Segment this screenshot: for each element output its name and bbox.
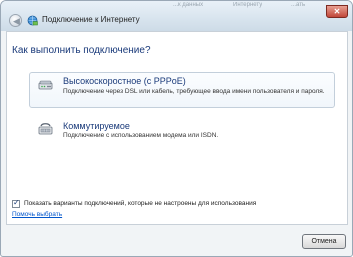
option-description: Подключение через DSL или кабель, требую… <box>63 88 325 95</box>
page-heading: Как выполнить подключение? <box>12 45 151 56</box>
option-title: Высокоскоростное (с PPPoE) <box>63 76 186 86</box>
close-icon: ✕ <box>333 7 341 16</box>
dialog-window: ...к данных Интернету ...ать ◀ Подключен… <box>0 0 353 257</box>
show-unconfigured-label[interactable]: Показать варианты подключений, которые н… <box>24 199 256 209</box>
close-button[interactable]: ✕ <box>326 5 348 18</box>
back-arrow-icon: ◀ <box>13 16 20 26</box>
show-unconfigured-checkbox[interactable]: ✓ <box>12 198 20 208</box>
checkmark-icon: ✓ <box>13 198 20 207</box>
network-globe-icon <box>27 15 38 26</box>
cancel-button[interactable]: Отмена <box>302 234 346 249</box>
back-button[interactable]: ◀ <box>9 14 22 27</box>
title-bar: ◀ Подключение к Интернету ✕ <box>1 5 352 29</box>
broadband-modem-icon <box>38 80 53 90</box>
option-description: Подключение с использованием модема или … <box>63 132 219 139</box>
dialup-modem-icon <box>38 123 53 135</box>
help-choose-link[interactable]: Помочь выбрать <box>12 211 62 218</box>
option-dialup[interactable]: Коммутируемое Подключение с использовани… <box>29 118 335 146</box>
option-broadband-pppoe[interactable]: Высокоскоростное (с PPPoE) Подключение ч… <box>29 72 335 108</box>
option-title: Коммутируемое <box>63 121 130 131</box>
content-panel: Как выполнить подключение? Высокоскорост… <box>6 31 348 225</box>
window-title: Подключение к Интернету <box>42 15 140 24</box>
